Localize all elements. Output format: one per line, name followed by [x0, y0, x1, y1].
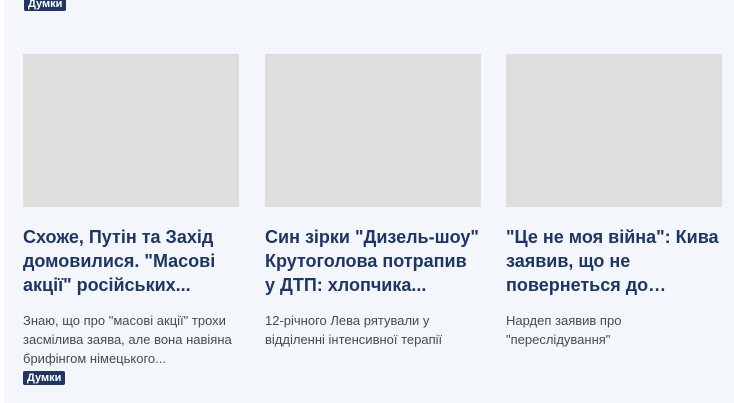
card-thumbnail[interactable]	[23, 54, 239, 207]
card-lead: Знаю, що про "масові акції" трохи засміл…	[23, 313, 232, 366]
news-card-3[interactable]: "Це не моя війна": Кива заявив, що не по…	[506, 54, 722, 349]
news-card-1[interactable]: Схоже, Путін та Захід домовилися. "Масов…	[23, 54, 239, 386]
category-badge[interactable]: Думки	[23, 371, 66, 385]
card-title[interactable]: "Це не моя війна": Кива заявив, що не по…	[506, 225, 722, 297]
news-card-2[interactable]: Син зірки "Дизель-шоу" Крутоголова потра…	[265, 54, 481, 349]
card-lead: 12-річного Лева рятували у відділенні ін…	[265, 313, 443, 347]
news-panel: Думки Схоже, Путін та Захід домовилися. …	[4, 0, 734, 403]
card-lead: Нардеп заявив про "переслідування"	[506, 313, 622, 347]
card-thumbnail[interactable]	[506, 54, 722, 207]
card-title[interactable]: Син зірки "Дизель-шоу" Крутоголова потра…	[265, 225, 481, 297]
category-badge-top[interactable]: Думки	[24, 0, 67, 11]
card-thumbnail[interactable]	[265, 54, 481, 207]
card-title[interactable]: Схоже, Путін та Захід домовилися. "Масов…	[23, 225, 239, 297]
